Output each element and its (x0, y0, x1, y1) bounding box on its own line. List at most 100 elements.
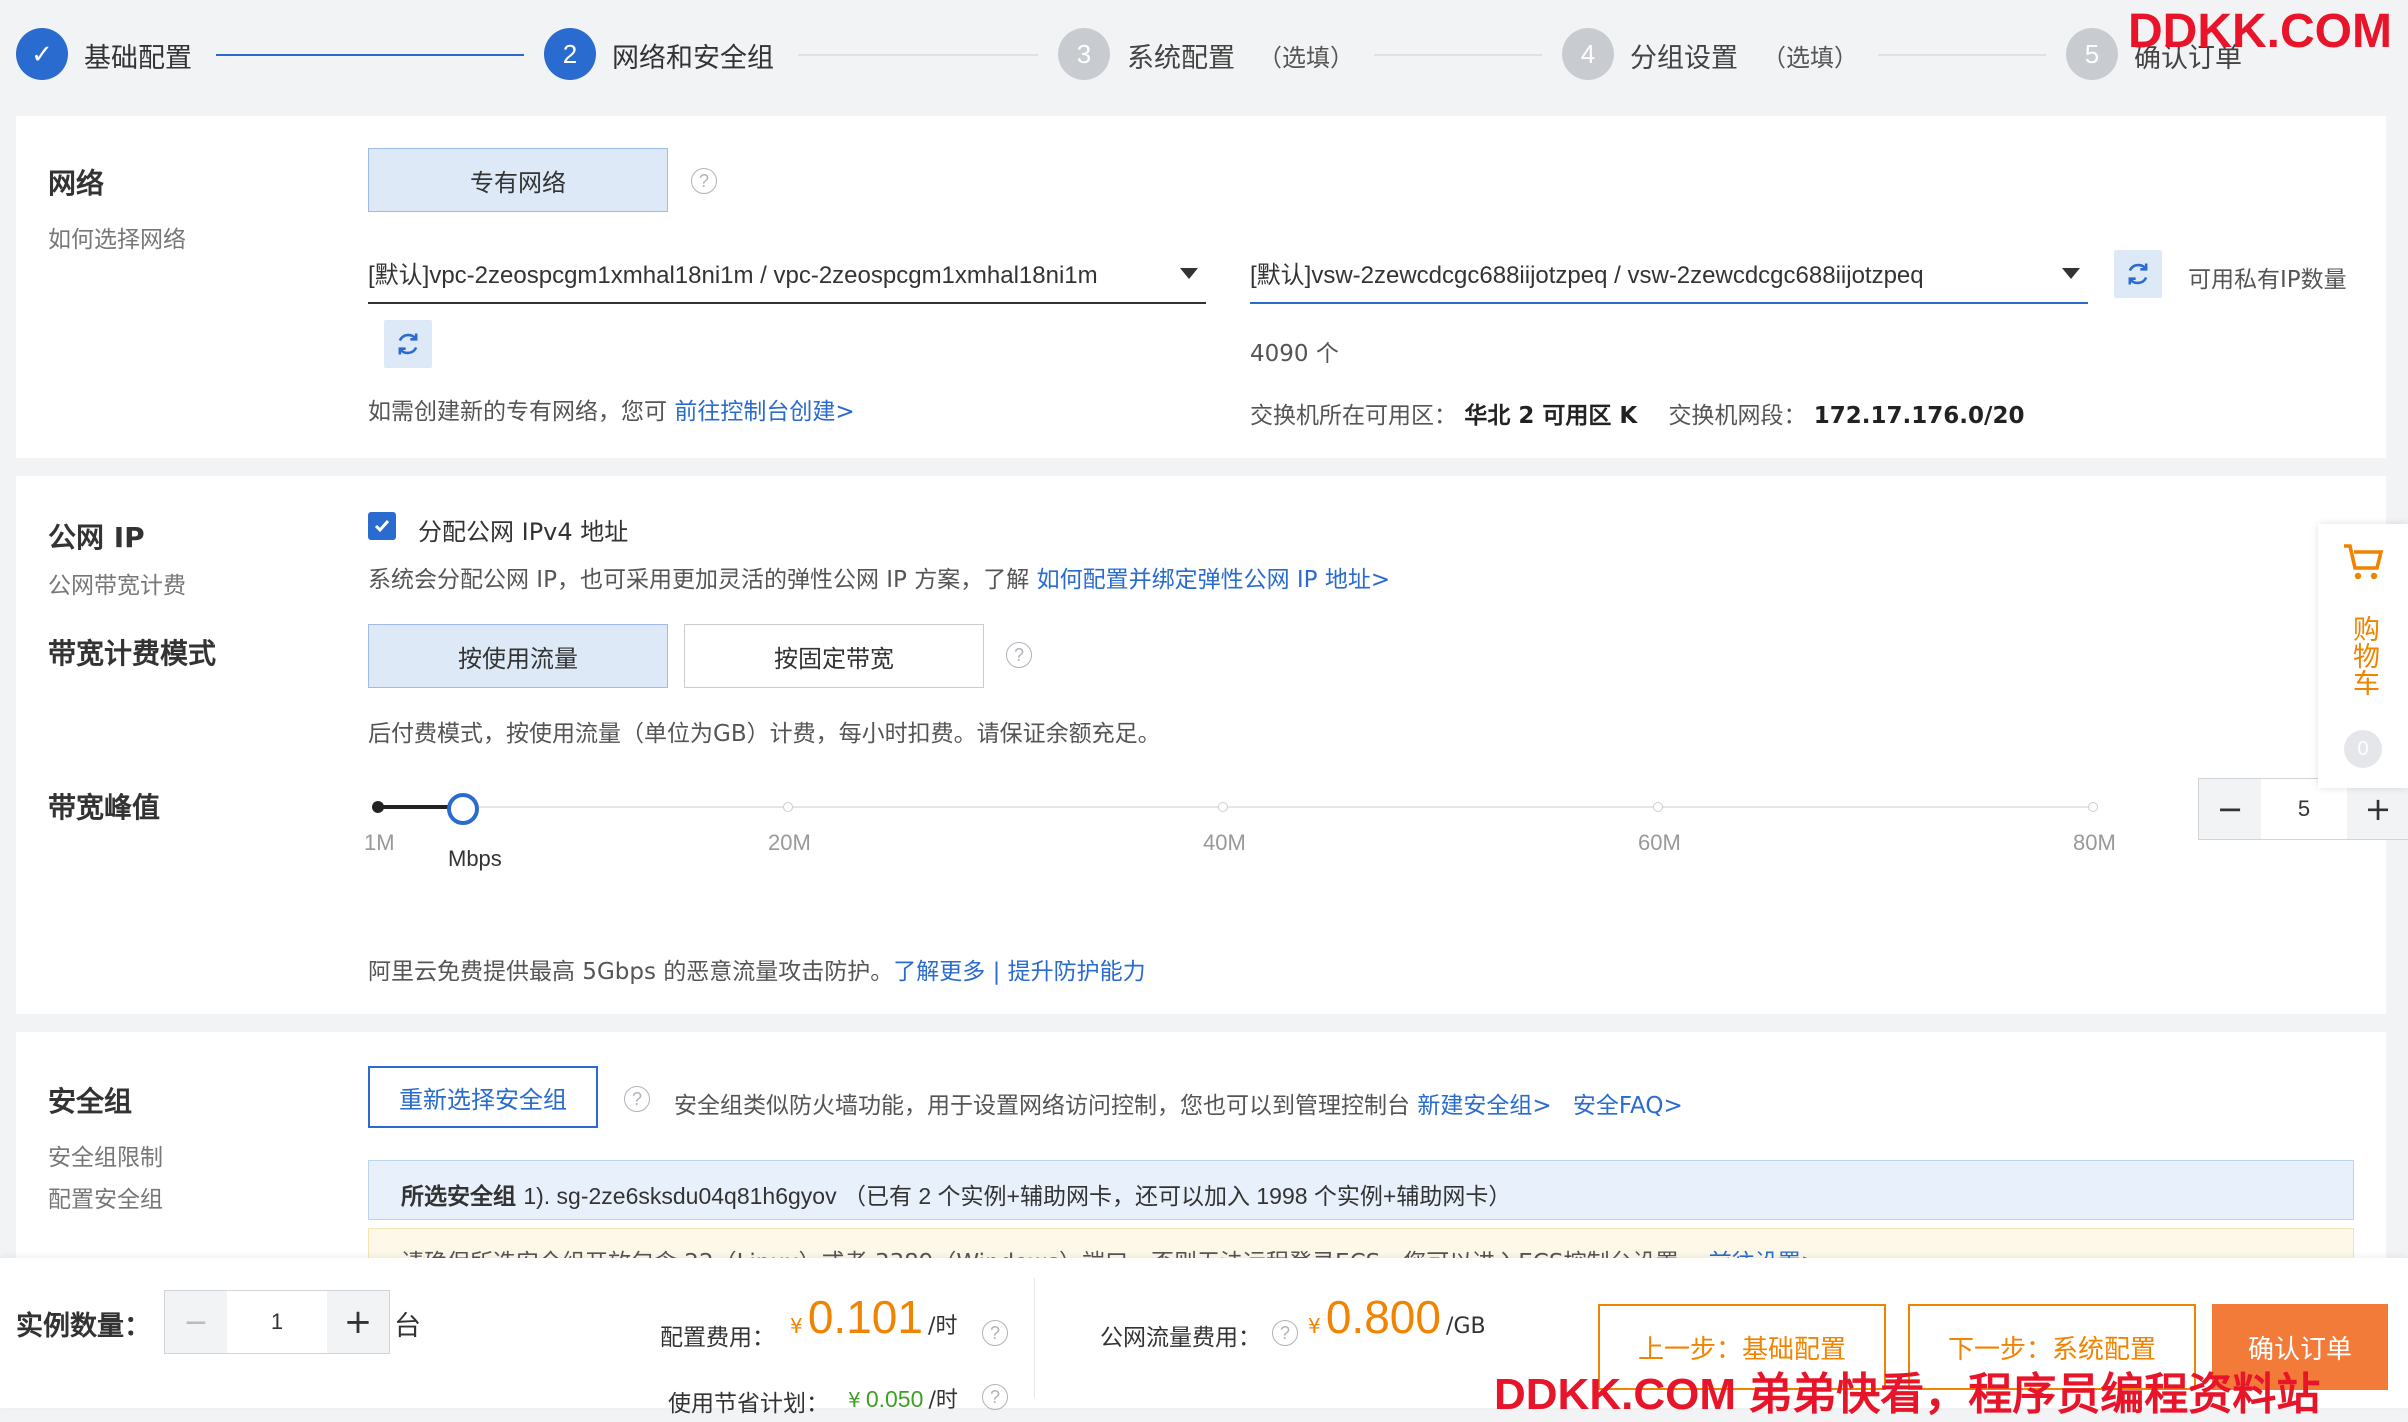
checkmark-icon (374, 520, 390, 533)
slider-tick (1653, 802, 1663, 812)
question-icon[interactable]: ? (624, 1086, 650, 1112)
quantity-stepper: − 1 + (164, 1290, 390, 1354)
network-help-link[interactable]: 如何选择网络 (48, 220, 186, 254)
zone-info: 交换机所在可用区： 华北 2 可用区 K 交换机网段： 172.17.176.0… (1250, 396, 2024, 430)
learn-more-link[interactable]: 了解更多 (893, 959, 985, 985)
traffic-fee: ¥ 0.800 /GB (1308, 1290, 1486, 1344)
step-connector (1878, 54, 2046, 56)
cidr-value: 172.17.176.0/20 (1813, 403, 2025, 429)
security-group-title: 安全组 (48, 1085, 133, 1118)
billing-traffic-button[interactable]: 按使用流量 (368, 624, 668, 688)
cidr-label: 交换机网段： (1668, 403, 1807, 429)
bandwidth-plus-button[interactable]: + (2347, 779, 2408, 839)
step-5-number[interactable]: 5 (2066, 28, 2118, 80)
upgrade-protection-link[interactable]: 提升防护能力 (1008, 959, 1146, 985)
bandwidth-unit: Mbps (448, 846, 502, 871)
bandwidth-value-input[interactable]: 5 (2261, 779, 2347, 839)
slider-tick-label: 80M (2073, 830, 2116, 855)
protection-hint: 阿里云免费提供最高 5Gbps 的恶意流量攻击防护。了解更多 | 提升防护能力 (368, 952, 1146, 986)
security-group-hint: 安全组类似防火墙功能，用于设置网络访问控制，您也可以到管理控制台 新建安全组> … (674, 1086, 1683, 1120)
traffic-fee-label: 公网流量费用： (1100, 1325, 1261, 1351)
per-gb-unit: /GB (1446, 1314, 1486, 1339)
step-1-label[interactable]: 基础配置 (84, 36, 192, 75)
quantity-input[interactable]: 1 (227, 1291, 327, 1353)
slider-tick (1218, 802, 1228, 812)
step-1-check-icon[interactable]: ✓ (16, 28, 68, 80)
question-icon[interactable]: ? (691, 168, 717, 194)
step-connector (1374, 54, 1542, 56)
vpc-select-value: [默认]vpc-2zeospcgm1xmhal18ni1m / vpc-2zeo… (368, 261, 1098, 289)
step-navigator: ✓ 基础配置 2 网络和安全组 3 系统配置 （选填） 4 分组设置 （选填） … (0, 0, 2408, 110)
watermark-bottom: DDKK.COM 弟弟快看，程序员编程资料站 (1494, 1370, 2321, 1419)
chevron-down-icon (2062, 268, 2080, 279)
vpc-create-hint-text: 如需创建新的专有网络，您可 (368, 399, 667, 425)
public-ip-hint-text: 系统会分配公网 IP，也可采用更加灵活的弹性公网 IP 方案，了解 (368, 567, 1030, 593)
question-icon[interactable]: ? (1006, 642, 1032, 668)
zone-value: 华北 2 可用区 K (1464, 403, 1638, 429)
assign-ipv4-label[interactable]: 分配公网 IPv4 地址 (418, 512, 628, 547)
saving-plan-value: 0.050 (865, 1386, 924, 1412)
public-ip-subtitle-link[interactable]: 公网带宽计费 (48, 566, 186, 600)
quantity-unit: 台 (394, 1311, 421, 1342)
vpc-type-button[interactable]: 专有网络 (368, 148, 668, 212)
divider (1034, 1278, 1035, 1398)
security-faq-link[interactable]: 安全FAQ> (1573, 1093, 1683, 1119)
vpc-create-hint: 如需创建新的专有网络，您可 前往控制台创建> (368, 392, 855, 426)
public-ip-title: 公网 IP (48, 521, 145, 554)
watermark-top: DDKK.COM (2128, 5, 2392, 58)
saving-plan-label: 使用节省计划： (668, 1391, 829, 1417)
security-group-limit-link[interactable]: 安全组限制 (48, 1138, 163, 1172)
vpc-create-link[interactable]: 前往控制台创建> (674, 399, 854, 425)
bandwidth-minus-button[interactable]: − (2199, 779, 2261, 839)
step-2-label: 网络和安全组 (612, 43, 774, 74)
new-security-group-link[interactable]: 新建安全组> (1417, 1093, 1551, 1119)
config-fee-value: 0.101 (807, 1291, 923, 1343)
refresh-vswitch-button[interactable] (2114, 250, 2162, 298)
currency-symbol: ¥ (790, 1314, 803, 1338)
step-3-label[interactable]: 系统配置 (1127, 36, 1235, 75)
quantity-label: 实例数量： (16, 1311, 151, 1342)
slider-tick (783, 802, 793, 812)
security-group-config-link[interactable]: 配置安全组 (48, 1180, 163, 1214)
refresh-icon (2128, 263, 2148, 285)
billing-fixed-button[interactable]: 按固定带宽 (684, 624, 984, 688)
order-footer: 实例数量： − 1 + 台 配置费用： ¥ 0.101 /时 ? 使用节省计划：… (0, 1258, 2408, 1419)
refresh-icon (398, 333, 418, 355)
refresh-vpc-button[interactable] (384, 320, 432, 368)
billing-mode-title: 带宽计费模式 (48, 637, 217, 670)
step-2-number: 2 (544, 28, 596, 80)
question-icon[interactable]: ? (982, 1320, 1008, 1346)
protection-hint-text: 阿里云免费提供最高 5Gbps 的恶意流量攻击防护。 (368, 959, 894, 985)
currency-symbol: ¥ (848, 1388, 861, 1412)
bandwidth-slider-handle[interactable] (446, 793, 479, 825)
security-group-hint-text: 安全组类似防火墙功能，用于设置网络访问控制，您也可以到管理控制台 (674, 1093, 1410, 1119)
config-fee-label: 配置费用： (660, 1325, 775, 1351)
traffic-fee-value: 0.800 (1325, 1291, 1441, 1343)
available-ip-label: 可用私有IP数量 (2188, 267, 2347, 293)
saving-plan-fee: ¥ 0.050 /时 (848, 1382, 958, 1414)
reselect-security-group-button[interactable]: 重新选择安全组 (368, 1066, 598, 1128)
config-fee: ¥ 0.101 /时 (790, 1290, 957, 1344)
slider-tick-label: 20M (768, 830, 811, 855)
vpc-select[interactable]: [默认]vpc-2zeospcgm1xmhal18ni1m / vpc-2zeo… (368, 242, 1206, 304)
selected-security-group-value: 1). sg-2ze6sksdu04q81h6gyov （已有 2 个实例+辅助… (523, 1183, 1512, 1209)
step-4-label[interactable]: 分组设置 (1630, 36, 1738, 75)
slider-start-dot (372, 801, 384, 813)
assign-ipv4-checkbox[interactable] (368, 512, 396, 540)
question-icon[interactable]: ? (982, 1384, 1008, 1410)
eip-config-link[interactable]: 如何配置并绑定弹性公网 IP 地址> (1037, 567, 1391, 593)
cart-count-badge: 0 (2344, 730, 2382, 768)
vswitch-select[interactable]: [默认]vsw-2zewcdcgc688iijotzpeq / vsw-2zew… (1250, 242, 2088, 304)
slider-tick (2088, 802, 2098, 812)
vswitch-select-value: [默认]vsw-2zewcdcgc688iijotzpeq / vsw-2zew… (1250, 261, 1924, 289)
per-hour-unit: /时 (928, 1314, 958, 1339)
quantity-plus-button[interactable]: + (327, 1291, 389, 1353)
cart-icon (2344, 544, 2384, 580)
step-3-number[interactable]: 3 (1058, 28, 1110, 80)
bandwidth-slider-track[interactable] (378, 806, 2098, 808)
step-4-number[interactable]: 4 (1562, 28, 1614, 80)
network-title: 网络 (48, 167, 105, 200)
quantity-minus-button[interactable]: − (165, 1291, 227, 1353)
shopping-cart-widget[interactable]: 购物车 0 (2318, 524, 2408, 788)
question-icon[interactable]: ? (1272, 1320, 1298, 1346)
